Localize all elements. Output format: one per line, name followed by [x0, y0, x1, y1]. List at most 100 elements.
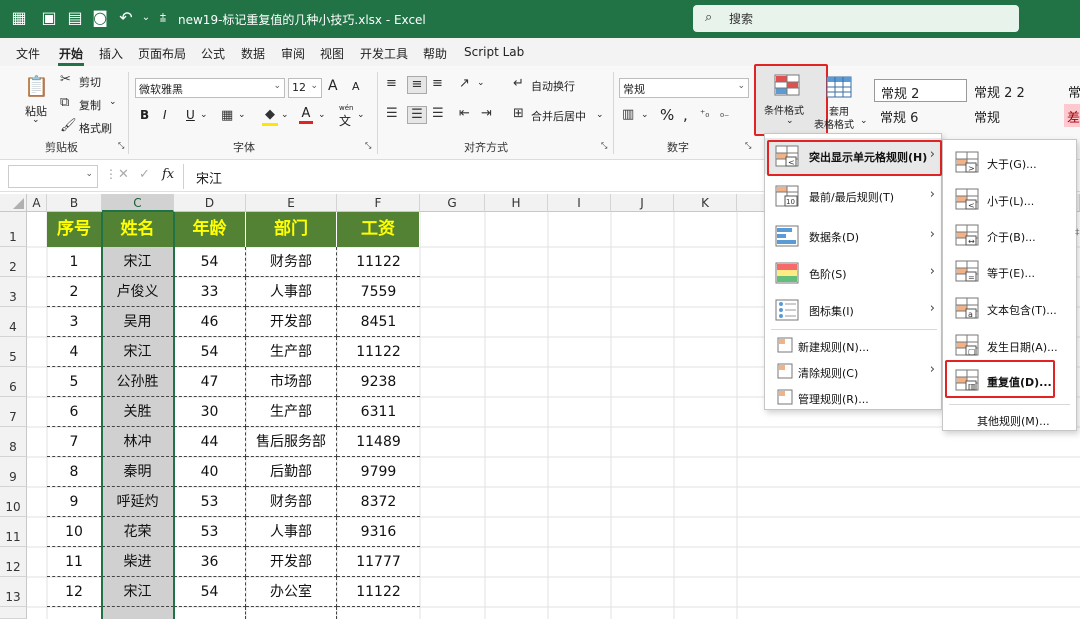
cf-menu-item-top-bottom[interactable]: 10 最前/最后规则(T) ›	[765, 178, 941, 214]
align-center-icon[interactable]: ☰	[407, 106, 427, 124]
table-cell[interactable]: 30	[174, 397, 246, 427]
table-cell[interactable]: 公孙胜	[102, 367, 174, 397]
row-header-6[interactable]: 6	[0, 367, 27, 397]
style-normal-6[interactable]: 常规 6	[874, 104, 967, 127]
table-cell[interactable]: 11122	[337, 247, 420, 277]
cf-menu-item-new-rule[interactable]: 新建规则(N)...	[765, 332, 941, 358]
table-cell[interactable]: 宋江	[102, 337, 174, 367]
cf-menu-item-manage-rules[interactable]: 管理规则(R)...	[765, 384, 941, 410]
increase-decimal-icon[interactable]: ⁺₀	[700, 107, 709, 123]
table-cell[interactable]: 1	[47, 247, 102, 277]
search-box[interactable]: ⌕ 搜索	[693, 5, 1019, 32]
decrease-indent-icon[interactable]: ⇤	[459, 106, 470, 122]
merge-dropdown-icon[interactable]: ⌄	[596, 110, 604, 120]
table-cell[interactable]: 7559	[337, 277, 420, 307]
table-cell[interactable]: 54	[174, 247, 246, 277]
table-cell[interactable]: 开发部	[246, 307, 337, 337]
undo-icon[interactable]: ↶	[117, 9, 135, 27]
customize-qat-icon[interactable]: ⩲	[154, 9, 172, 27]
cut-button[interactable]: 剪切	[79, 74, 101, 90]
row-header-1[interactable]: 1	[0, 212, 27, 247]
cf-menu-item-icon-sets[interactable]: 图标集(I) ›	[765, 292, 941, 328]
tab-file[interactable]: 文件	[16, 45, 40, 62]
fill-color-icon[interactable]: ◆	[262, 107, 278, 126]
style-normal-2[interactable]: 常规 2	[874, 79, 967, 102]
table-cell[interactable]: 7	[47, 427, 102, 457]
align-top-icon[interactable]: ≡	[386, 76, 397, 92]
borders-dropdown-icon[interactable]: ⌄	[238, 110, 246, 120]
table-cell[interactable]: 53	[174, 487, 246, 517]
table-cell[interactable]: 柴进	[102, 547, 174, 577]
bold-button[interactable]: B	[140, 108, 149, 122]
number-launcher-icon[interactable]: ⤡	[745, 141, 751, 151]
table-cell[interactable]: 11777	[337, 547, 420, 577]
camera-icon[interactable]: ◙	[91, 9, 109, 27]
row-header-11[interactable]: 11	[0, 517, 27, 547]
tab-view[interactable]: 视图	[320, 45, 344, 62]
table-cell[interactable]: 生产部	[246, 337, 337, 367]
increase-indent-icon[interactable]: ⇥	[481, 106, 492, 122]
tab-insert[interactable]: 插入	[99, 45, 123, 62]
row-header-2[interactable]: 2	[0, 247, 27, 277]
table-header-col-name[interactable]: 姓名	[102, 212, 174, 247]
table-cell[interactable]: 2	[47, 277, 102, 307]
align-bottom-icon[interactable]: ≡	[432, 76, 443, 92]
table-header-col-salary[interactable]: 工资	[337, 212, 420, 247]
align-left-icon[interactable]: ☰	[386, 106, 398, 122]
table-cell[interactable]: 6	[47, 397, 102, 427]
form-icon[interactable]: ▤	[66, 9, 84, 27]
column-header-a[interactable]: A	[27, 194, 47, 212]
table-cell[interactable]: 5	[47, 367, 102, 397]
percent-style-button[interactable]: %	[660, 106, 674, 124]
table-cell[interactable]: 11122	[337, 337, 420, 367]
format-painter-button[interactable]: 格式刷	[79, 120, 112, 136]
table-cell[interactable]: 54	[174, 577, 246, 607]
align-middle-icon[interactable]: ≡	[407, 76, 427, 94]
table-cell[interactable]: 8372	[337, 487, 420, 517]
row-header-7[interactable]: 7	[0, 397, 27, 427]
wrap-text-button[interactable]: 自动换行	[531, 78, 575, 94]
table-cell[interactable]: 宋江	[102, 577, 174, 607]
phonetic-dropdown-icon[interactable]: ⌄	[357, 110, 365, 120]
table-cell[interactable]: 36	[174, 547, 246, 577]
table-cell-partial[interactable]	[102, 607, 174, 619]
font-name-select[interactable]: 微软雅黑 ⌄	[135, 78, 285, 98]
table-cell[interactable]: 33	[174, 277, 246, 307]
accounting-dropdown-icon[interactable]: ⌄	[641, 110, 649, 120]
submenu-more-rules[interactable]: 其他规则(M)...	[943, 406, 1076, 432]
accounting-format-icon[interactable]: ▥	[622, 107, 634, 123]
table-cell[interactable]: 关胜	[102, 397, 174, 427]
undo-dropdown-icon[interactable]: ⌄	[137, 9, 155, 27]
font-launcher-icon[interactable]: ⤡	[365, 141, 371, 151]
table-cell[interactable]: 售后服务部	[246, 427, 337, 457]
phonetic-guide-label[interactable]: wén	[339, 104, 353, 112]
cut-icon[interactable]: ✂	[60, 72, 71, 88]
table-cell[interactable]: 9799	[337, 457, 420, 487]
table-cell[interactable]: 人事部	[246, 277, 337, 307]
wrap-text-icon[interactable]: ↵	[513, 76, 524, 92]
table-cell[interactable]: 生产部	[246, 397, 337, 427]
row-header-9[interactable]: 9	[0, 457, 27, 487]
table-cell[interactable]: 3	[47, 307, 102, 337]
table-cell[interactable]: 53	[174, 517, 246, 547]
column-header-b[interactable]: B	[47, 194, 102, 212]
tab-help[interactable]: 帮助	[423, 45, 447, 62]
table-cell-partial[interactable]	[337, 607, 420, 619]
table-header-col-dept[interactable]: 部门	[246, 212, 337, 247]
decrease-decimal-icon[interactable]: ₀₋	[720, 107, 729, 123]
orientation-dropdown-icon[interactable]: ⌄	[477, 78, 485, 88]
table-cell[interactable]: 人事部	[246, 517, 337, 547]
table-cell[interactable]: 办公室	[246, 577, 337, 607]
row-header-partial[interactable]	[0, 607, 27, 619]
table-cell[interactable]: 47	[174, 367, 246, 397]
column-header-j[interactable]: J	[611, 194, 674, 212]
table-cell[interactable]: 秦明	[102, 457, 174, 487]
table-header-col-seq[interactable]: 序号	[47, 212, 102, 247]
row-header-13[interactable]: 13	[0, 577, 27, 607]
table-cell[interactable]: 呼延灼	[102, 487, 174, 517]
underline-button[interactable]: U	[186, 108, 195, 122]
tab-formulas[interactable]: 公式	[201, 45, 225, 62]
table-cell[interactable]: 12	[47, 577, 102, 607]
phonetic-guide-icon[interactable]: 文	[339, 112, 351, 129]
copy-button[interactable]: 复制	[79, 97, 101, 113]
